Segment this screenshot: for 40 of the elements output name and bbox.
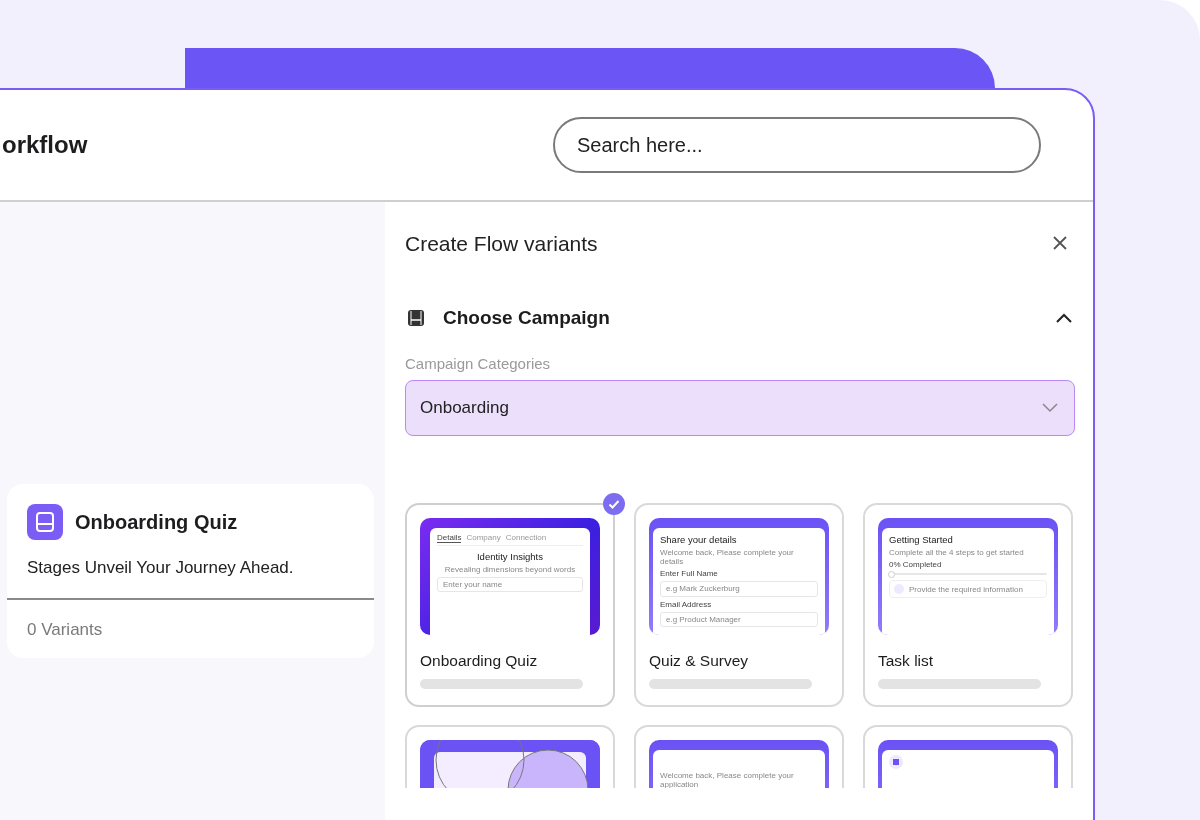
preview-title: Share your details [660, 535, 738, 546]
flow-card[interactable]: Onboarding Quiz Stages Unveil Your Journey Ahead. 0 Variants [7, 484, 374, 658]
step-label: Connection [505, 533, 547, 544]
input-field: e.g Product Manager [660, 611, 818, 628]
template-card[interactable]: Share your details Welcome back, Please complete your details Enter Full Name e.g Mark Zuckerburg Email Address e.g Product Manager Quiz & Survey [634, 503, 844, 707]
field-label: Email Address [660, 599, 713, 609]
progress-label: 0% Completed [889, 560, 943, 570]
preview-subtitle: Revealing dimensions beyond words [443, 565, 577, 575]
preview-title: Getting Started [889, 535, 954, 546]
template-card[interactable]: Welcome back, Please complete your application [634, 725, 844, 788]
panel-title: Create Flow variants [405, 232, 598, 256]
preview-subtitle: Welcome back, Please complete your details [660, 547, 795, 567]
step-item: Provide the required information [889, 580, 1047, 599]
field-label: Campaign Categories [405, 355, 552, 372]
search-field[interactable]: Search here... [553, 117, 1041, 173]
template-name: Quiz & Survey [649, 652, 750, 670]
book-icon [407, 309, 425, 327]
flow-title: Onboarding Quiz [75, 510, 238, 534]
field-label: Enter Full Name [660, 569, 719, 579]
step-label: Company [466, 533, 501, 544]
name-field: Enter your name [437, 577, 583, 593]
section-title: Choose Campaign [443, 307, 611, 329]
category-dropdown[interactable]: Onboarding [405, 380, 1075, 436]
chevron-down-icon [1042, 403, 1058, 413]
flow-icon [27, 504, 63, 540]
preview-title: Identity Insights [476, 552, 544, 564]
puzzle-icon [889, 755, 903, 769]
preview-subtitle: Complete all the 4 steps to get started [889, 547, 1025, 558]
template-card[interactable]: Getting Started Complete all the 4 steps to get started 0% Completed Provide the required information Task list [863, 503, 1073, 707]
variant-count: 0 Variants [26, 619, 104, 641]
preview-subtitle: Welcome back, Please complete your application [660, 771, 795, 788]
app-title: orkflow [1, 131, 89, 159]
template-name: Onboarding Quiz [420, 652, 539, 670]
input-field: e.g Mark Zuckerburg [660, 581, 818, 597]
step-label: Details [437, 533, 462, 544]
chevron-icon[interactable] [1055, 312, 1073, 324]
template-name: Task list [878, 652, 935, 670]
flow-description: Stages Unveil Your Journey Ahead. [26, 557, 295, 579]
check-icon [603, 493, 625, 515]
template-card[interactable]: Details Company Connection Identity Insights Revealing dimensions beyond words Enter your name Onboarding Quiz [405, 503, 615, 707]
